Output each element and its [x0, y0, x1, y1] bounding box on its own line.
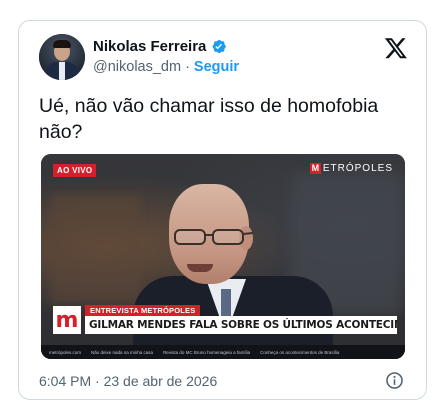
brand-name: ETRÓPOLES — [322, 163, 393, 174]
x-logo-icon[interactable] — [384, 36, 408, 60]
tweet-footer: 6:04 PM · 23 de abr de 2026 — [39, 371, 408, 391]
video-media[interactable]: AO VIVO M ETRÓPOLES m ENTREVISTA METRÓPO… — [41, 154, 405, 359]
speaker-glasses — [174, 229, 253, 245]
metropoles-brand: M ETRÓPOLES — [309, 163, 393, 174]
handle-row: @nikolas_dm · Seguir — [93, 59, 239, 75]
news-ticker: metrópoles.com Não deixe nada na minha c… — [41, 345, 405, 359]
author-avatar[interactable] — [39, 34, 85, 80]
verified-badge-icon — [213, 40, 227, 54]
ticker-item: metrópoles.com — [49, 349, 82, 355]
ticker-item: Não deixe nada na minha casa — [91, 349, 154, 355]
separator-dot: · — [185, 59, 190, 75]
brand-initial: M — [309, 163, 321, 174]
lower-third-tag: ENTREVISTA METRÓPOLES — [85, 305, 201, 316]
ticker-item: Conheça os acontecimentos de Brasília — [260, 349, 340, 355]
author-handle[interactable]: @nikolas_dm — [93, 59, 181, 75]
follow-button[interactable]: Seguir — [194, 59, 239, 75]
live-badge: AO VIVO — [53, 164, 97, 177]
tweet-card[interactable]: Nikolas Ferreira @nikolas_dm · Seguir Ué… — [18, 20, 427, 400]
info-icon[interactable] — [385, 371, 404, 390]
author-name[interactable]: Nikolas Ferreira — [93, 38, 206, 55]
tweet-header: Nikolas Ferreira @nikolas_dm · Seguir — [39, 34, 410, 84]
tweet-timestamp[interactable]: 6:04 PM · 23 de abr de 2026 — [39, 373, 217, 389]
lower-third: m ENTREVISTA METRÓPOLES GILMAR MENDES FA… — [53, 302, 397, 340]
ticker-item: Revista do MC Bruno homenageia a família — [163, 349, 251, 355]
tweet-text: Ué, não vão chamar isso de homofobia não… — [39, 95, 379, 143]
lower-third-logo: m — [53, 306, 81, 334]
author-name-row: Nikolas Ferreira — [93, 38, 227, 55]
lower-third-headline: GILMAR MENDES FALA SOBRE OS ÚLTIMOS ACON… — [85, 316, 397, 334]
